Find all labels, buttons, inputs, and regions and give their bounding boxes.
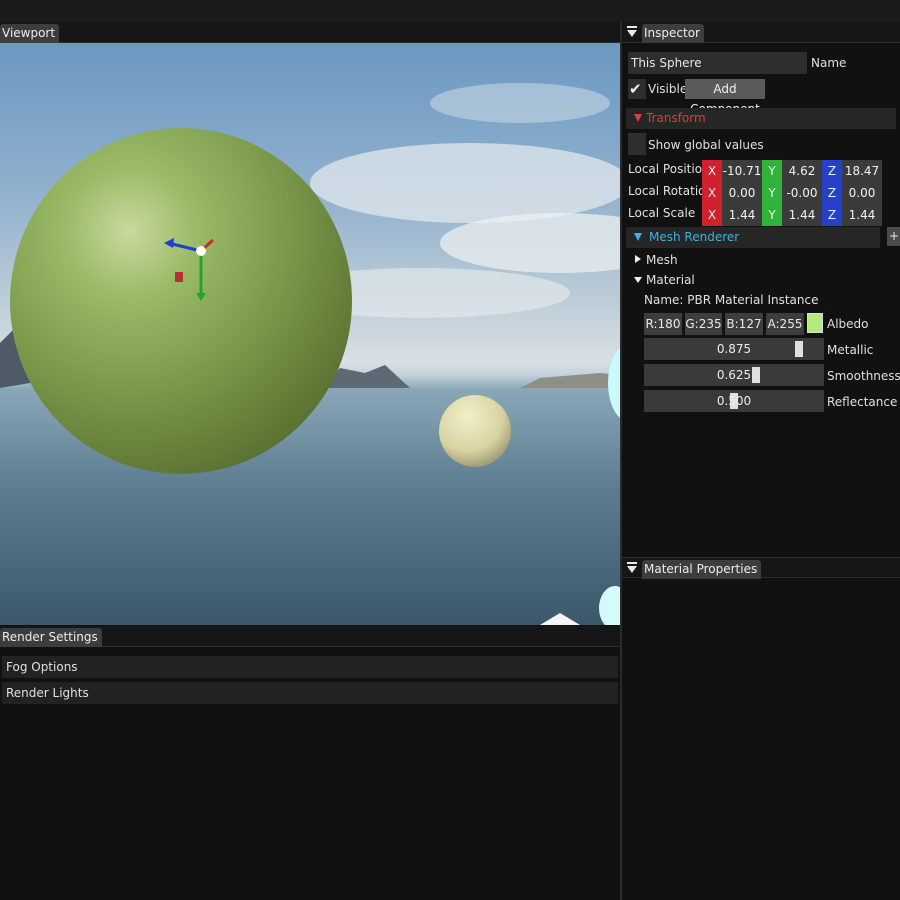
visible-checkbox[interactable]: ✔	[628, 79, 646, 99]
axis-y-label: Y	[762, 182, 782, 204]
collapse-arrow-icon	[634, 233, 642, 241]
scale-z-field[interactable]: 1.44	[842, 204, 882, 226]
name-label: Name	[811, 56, 847, 70]
cloud	[310, 143, 620, 223]
add-mesh-renderer-button[interactable]: +	[887, 227, 900, 246]
material-properties-panel	[622, 579, 900, 900]
rotation-z-field[interactable]: 0.00	[842, 182, 882, 204]
axis-z-label: Z	[822, 182, 842, 204]
render-settings-panel: Fog Options Render Lights	[0, 648, 620, 900]
albedo-label: Albedo	[827, 317, 869, 331]
tab-viewport[interactable]: Viewport	[0, 24, 60, 43]
scale-x-field[interactable]: 1.44	[722, 204, 762, 226]
axis-x-label: X	[702, 204, 722, 226]
render-settings-tab-bar: Render Settings	[0, 626, 620, 647]
metallic-slider[interactable]: 0.875	[644, 338, 824, 360]
tab-material-properties[interactable]: Material Properties	[642, 560, 762, 579]
inspector-tab-bar: Inspector	[622, 22, 900, 43]
selected-sphere[interactable]	[10, 128, 352, 474]
mesh-renderer-title: Mesh Renderer	[649, 230, 740, 244]
axis-z-label: Z	[822, 160, 842, 182]
collapse-arrow-icon	[634, 114, 642, 122]
smoothness-slider[interactable]: 0.625	[644, 364, 824, 386]
reflectance-slider[interactable]: 0.500	[644, 390, 824, 412]
local-scale-label: Local Scale	[628, 206, 696, 220]
dock-menu-icon[interactable]	[627, 26, 637, 38]
mesh-renderer-header[interactable]: Mesh Renderer +	[626, 227, 900, 248]
metallic-value: 0.875	[716, 342, 752, 356]
smoothness-value: 0.625	[716, 368, 752, 382]
dock-menu-icon[interactable]	[627, 562, 637, 574]
name-field[interactable]	[628, 52, 807, 74]
scene-render	[0, 83, 620, 625]
axis-z-label: Z	[822, 204, 842, 226]
albedo-g-field[interactable]: G:235	[685, 313, 722, 335]
viewport-tab-bar: Viewport	[0, 22, 620, 43]
metallic-label: Metallic	[827, 343, 874, 357]
fog-options-header[interactable]: Fog Options	[2, 656, 618, 678]
albedo-color-swatch[interactable]	[807, 313, 823, 333]
add-component-button[interactable]: Add Component	[685, 79, 765, 116]
position-z-field[interactable]: 18.47	[842, 160, 882, 182]
visible-label: Visible	[648, 82, 688, 96]
local-rotation-label: Local Rotation	[628, 184, 714, 198]
rotation-y-field[interactable]: -0.00	[782, 182, 822, 204]
transform-title: Transform	[646, 111, 706, 125]
smoothness-label: Smoothness	[827, 369, 900, 383]
axis-y-label: Y	[762, 160, 782, 182]
transform-header[interactable]: Transform	[626, 108, 896, 129]
position-x-field[interactable]: -10.71	[722, 160, 762, 182]
collapse-arrow-icon[interactable]	[634, 277, 642, 283]
axis-y-label: Y	[762, 204, 782, 226]
tab-render-settings[interactable]: Render Settings	[0, 628, 102, 647]
albedo-b-field[interactable]: B:127	[725, 313, 763, 335]
checkmark-icon: ✔	[629, 80, 642, 98]
material-tree-item[interactable]: Material	[646, 273, 695, 287]
viewport-canvas[interactable]	[0, 43, 620, 625]
expand-arrow-icon[interactable]	[635, 255, 641, 263]
yellow-sphere[interactable]	[439, 395, 511, 467]
reflectance-label: Reflectance	[827, 395, 898, 409]
show-global-checkbox[interactable]	[628, 133, 646, 155]
show-global-label: Show global values	[648, 138, 764, 152]
position-y-field[interactable]: 4.62	[782, 160, 822, 182]
material-name-label: Name: PBR Material Instance	[644, 293, 819, 307]
albedo-r-field[interactable]: R:180	[644, 313, 682, 335]
mesh-tree-item[interactable]: Mesh	[646, 253, 678, 267]
axis-x-label: X	[702, 160, 722, 182]
title-bar	[0, 0, 900, 22]
material-properties-tab-bar: Material Properties	[622, 557, 900, 579]
axis-x-label: X	[702, 182, 722, 204]
local-position-label: Local Position	[628, 162, 710, 176]
scale-y-field[interactable]: 1.44	[782, 204, 822, 226]
render-lights-header[interactable]: Render Lights	[2, 682, 618, 704]
reflectance-value: 0.500	[716, 394, 752, 408]
inspector-panel: Name ✔ Visible Add Component Transform S…	[622, 43, 900, 555]
albedo-a-field[interactable]: A:255	[766, 313, 804, 335]
rotation-x-field[interactable]: 0.00	[722, 182, 762, 204]
tab-inspector[interactable]: Inspector	[642, 24, 704, 43]
